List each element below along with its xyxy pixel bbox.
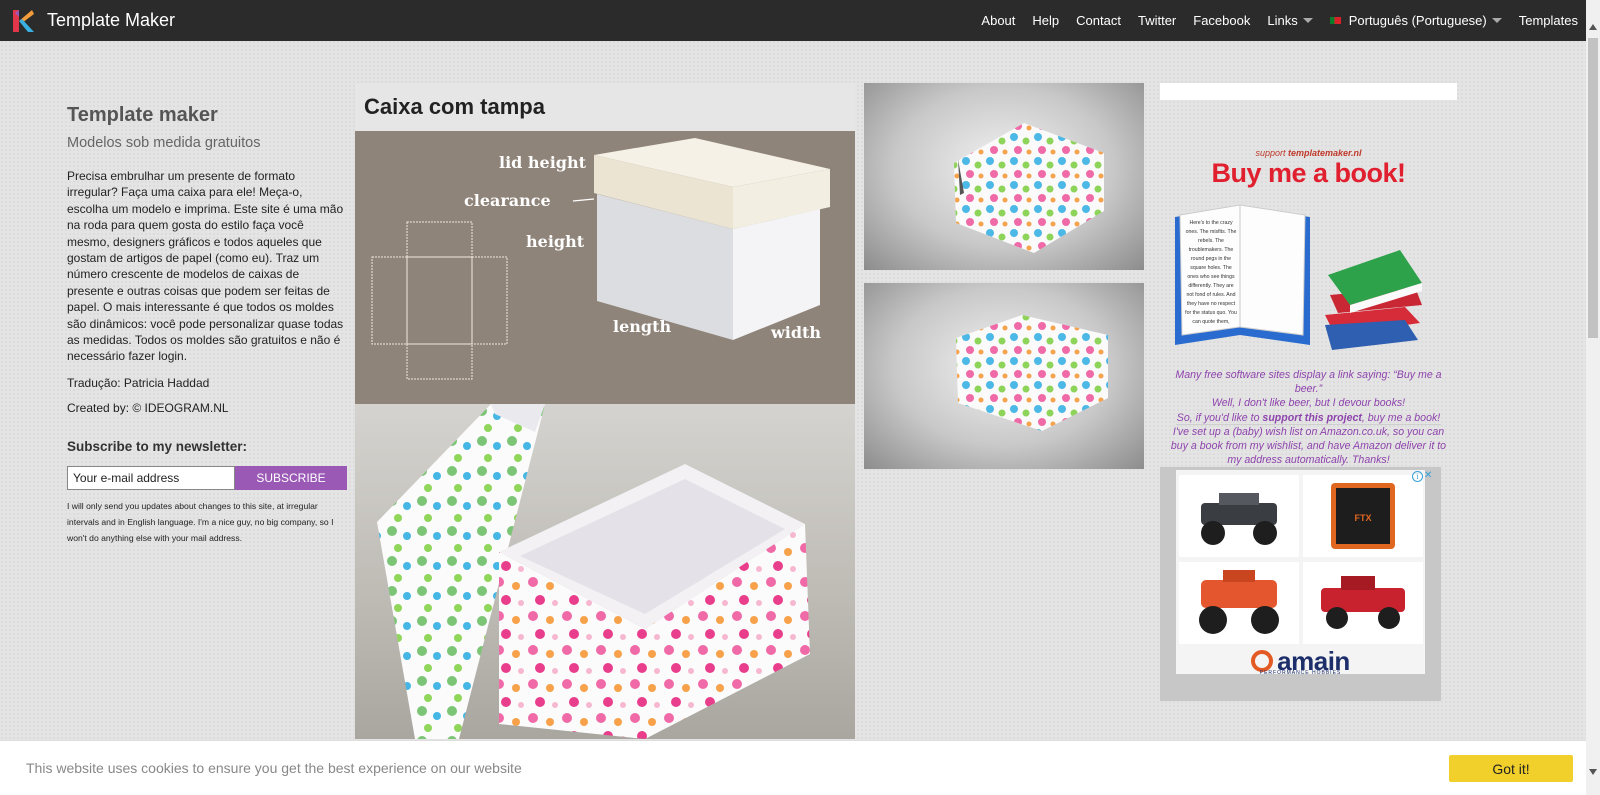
promo-support-site: templatemaker.nl [1288,148,1362,158]
cookie-message: This website uses cookies to ensure you … [26,760,522,776]
promo-line-2: Well, I don't like beer, but I devour bo… [1211,397,1406,410]
chevron-down-icon [1491,18,1502,23]
site-subtitle: Modelos sob medida gratuitos [67,135,261,151]
promo-support-prefix: support [1255,148,1286,158]
nav-links-dropdown[interactable]: Links [1267,13,1313,28]
main-title-box: Caixa com tampa [355,83,855,131]
divider [1176,424,1441,425]
ad-product-brand: FTX [1355,513,1372,523]
support-project-link[interactable]: support this project [1262,412,1361,424]
diagram-label-width: width [770,323,821,342]
site-title: Template maker [67,104,218,126]
creator-credit: Created by: © IDEOGRAM.NL [67,400,229,415]
cookie-accept-button[interactable]: Got it! [1449,755,1573,782]
diagram-label-height: height [526,232,585,251]
gear-icon [1251,650,1274,672]
right-column-bar [1160,83,1457,100]
brand[interactable]: Template Maker [10,8,175,34]
diagram-label-length: length [613,317,671,336]
advertisement[interactable]: FTX i ✕ amain PERFORMANCE HOBBIES [1160,467,1441,701]
promo-line-4: I've set up a (baby) wish list on Amazon… [1170,425,1447,467]
main-nav: About Help Contact Twitter Facebook Link… [964,0,1578,41]
scrollbar-thumb[interactable] [1588,38,1598,338]
ad-close-icon[interactable]: ✕ [1424,470,1432,481]
nav-links-label: Links [1267,13,1298,28]
ad-product-tool-bag[interactable]: FTX [1303,475,1423,557]
buy-me-a-book-promo[interactable]: support templatemaker.nl Buy me a book! … [1160,148,1457,467]
newsletter-disclaimer: I will only send you updates about chang… [67,500,334,543]
promo-description: Many free software sites display a link … [1160,368,1457,467]
books-illustration: Here's to the crazy ones. The misfits. T… [1160,195,1457,365]
newsletter-title: Subscribe to my newsletter: [67,438,248,454]
nav-twitter[interactable]: Twitter [1138,13,1176,28]
promo-line-3-pre: So, if you'd like to [1176,411,1260,424]
promo-line-1: Many free software sites display a link … [1175,369,1442,396]
page-title: Caixa com tampa [364,94,545,119]
chevron-down-icon [1302,18,1313,23]
intro-paragraph: Precisa embrulhar um presente de formato… [67,169,344,364]
ad-info-icon[interactable]: i [1412,471,1423,482]
nav-templates[interactable]: Templates [1519,13,1578,28]
subscribe-button[interactable]: SUBSCRIBE [235,465,347,490]
top-navbar: Template Maker About Help Contact Twitte… [0,0,1600,41]
box-thumbnail-2[interactable] [864,283,1144,469]
nav-about[interactable]: About [981,13,1015,28]
nav-language-label: Português (Portuguese) [1348,13,1487,28]
brand-name[interactable]: Template Maker [47,10,175,31]
newsletter-form: SUBSCRIBE [67,465,347,490]
ad-content[interactable]: FTX i ✕ amain PERFORMANCE HOBBIES [1176,470,1432,676]
diagram-label-lid-height: lid height [499,153,587,172]
ad-brand-tagline: PERFORMANCE HOBBIES [1259,670,1342,676]
cookie-banner: This website uses cookies to ensure you … [0,740,1586,795]
book-page-text: Here's to the crazy ones. The misfits. T… [1185,220,1237,325]
promo-headline: Buy me a book! [1211,158,1406,188]
diagram-label-clearance: clearance [464,191,551,210]
promo-line-3: So, if you'd like to support this projec… [1166,411,1451,425]
box-thumbnail-1[interactable] [864,83,1144,270]
promo-support-line: support templatemaker.nl [1160,148,1457,158]
box-photo-main [355,404,855,739]
translation-credit: Tradução: Patricia Haddad [67,375,210,390]
ad-product-rc-crawler[interactable] [1179,475,1299,557]
nav-language-dropdown[interactable]: Português (Portuguese) [1329,13,1502,28]
scroll-up-arrow-icon[interactable] [1589,24,1597,30]
left-sidebar: Template maker Modelos sob medida gratui… [67,104,347,546]
ad-product-monster-truck[interactable] [1179,562,1299,644]
nav-facebook[interactable]: Facebook [1193,13,1250,28]
nav-contact[interactable]: Contact [1076,13,1121,28]
template-maker-logo-icon[interactable] [10,8,36,34]
portugal-flag-icon [1329,17,1341,24]
box-dimensions-diagram: lid height clearance height length width [355,131,855,404]
ad-product-rc-pickup[interactable] [1303,562,1423,644]
vertical-scrollbar[interactable] [1586,0,1600,795]
promo-line-3-post: , buy me a book! [1361,411,1441,424]
nav-help[interactable]: Help [1032,13,1059,28]
scroll-down-arrow-icon[interactable] [1589,769,1597,775]
email-field[interactable] [67,465,235,490]
